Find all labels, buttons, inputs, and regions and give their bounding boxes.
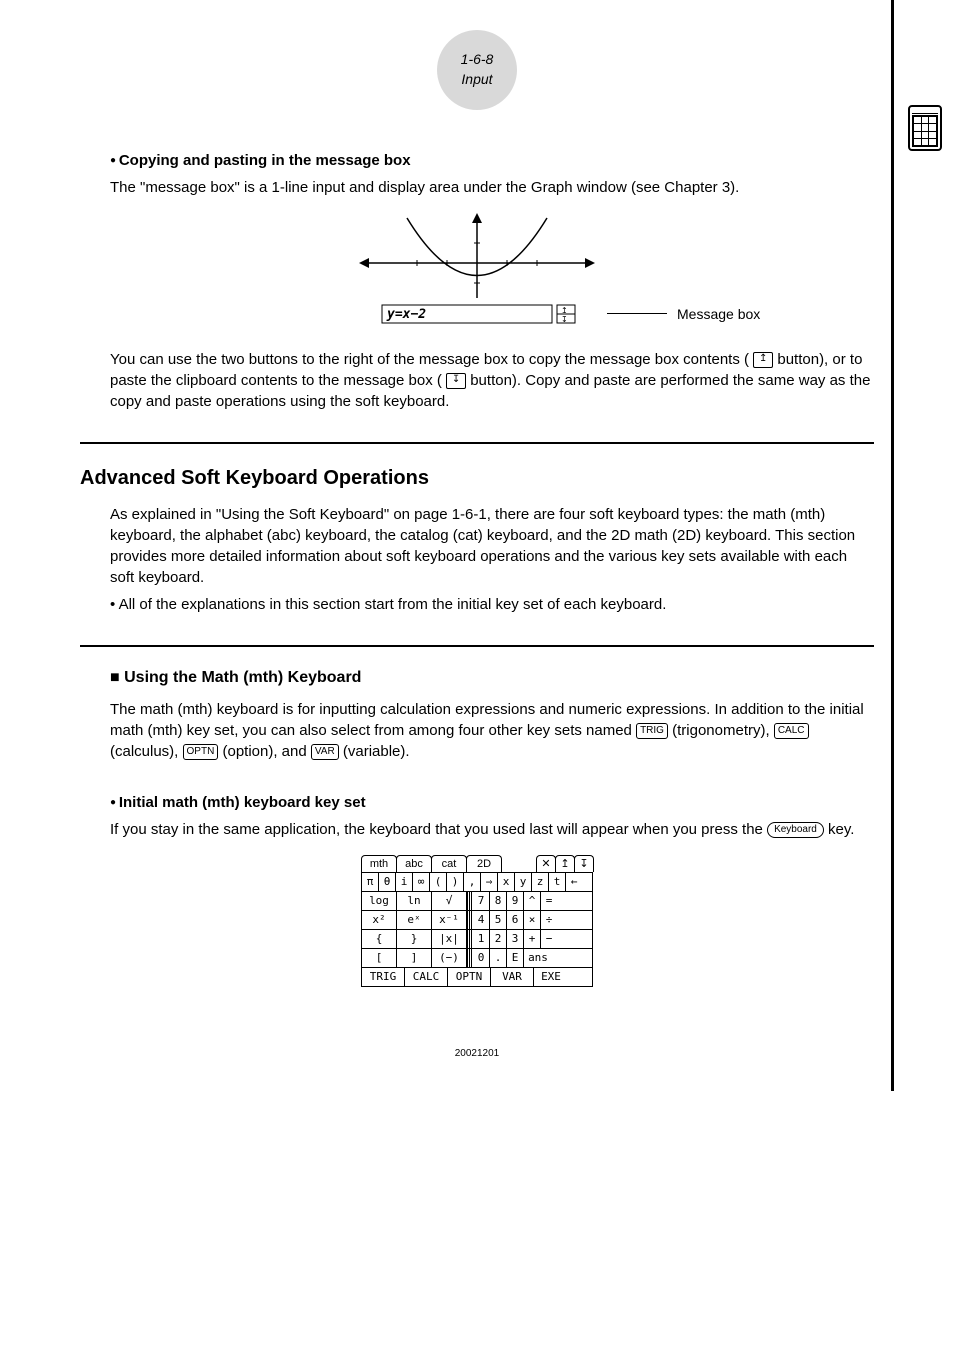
tab-mth[interactable]: mth — [361, 855, 397, 872]
initial-keyset-heading: Initial math (mth) keyboard key set — [110, 792, 874, 813]
kbd-key[interactable]: 0 — [473, 949, 490, 967]
kbd-key[interactable]: EXE — [534, 968, 568, 986]
kbd-key[interactable]: TRIG — [362, 968, 405, 986]
copy-out-icon: ↥ — [753, 352, 773, 368]
tab-2d[interactable]: 2D — [466, 855, 502, 872]
paste-in-icon: ↧ — [446, 373, 466, 389]
kbd-key[interactable]: ( — [430, 873, 447, 891]
calc-key: CALC — [774, 723, 809, 739]
kbd-key[interactable]: log — [362, 892, 397, 910]
tab-cat[interactable]: cat — [431, 855, 467, 872]
kbd-key[interactable]: 2 — [490, 930, 507, 948]
kbd-key[interactable]: , — [464, 873, 481, 891]
kbd-key[interactable]: z — [532, 873, 549, 891]
mth-keyboard-p1: The math (mth) keyboard is for inputting… — [110, 699, 874, 762]
kbd-key[interactable]: ln — [397, 892, 432, 910]
var-key: VAR — [311, 744, 339, 760]
kbd-key[interactable]: [ — [362, 949, 397, 967]
tab-up-icon[interactable]: ↥ — [555, 855, 575, 872]
copy-paste-desc: You can use the two buttons to the right… — [110, 349, 874, 412]
kbd-key[interactable]: x² — [362, 911, 397, 929]
kbd-key[interactable]: CALC — [405, 968, 448, 986]
page-title: Input — [461, 70, 492, 90]
copy-paste-heading: Copying and pasting in the message box — [110, 150, 874, 171]
graph-figure: y=x−2 ↥ ↧ Message box — [80, 213, 874, 339]
svg-text:↧: ↧ — [561, 315, 568, 324]
kbd-key[interactable]: ∞ — [413, 873, 430, 891]
kbd-key[interactable]: y — [515, 873, 532, 891]
kbd-key[interactable]: 6 — [507, 911, 524, 929]
kbd-key[interactable]: 4 — [473, 911, 490, 929]
kbd-key[interactable]: |x| — [432, 930, 467, 948]
trig-key: TRIG — [636, 723, 668, 739]
kbd-key[interactable]: 7 — [473, 892, 490, 910]
kbd-key[interactable]: π — [362, 873, 379, 891]
kbd-key[interactable]: eˣ — [397, 911, 432, 929]
kbd-key[interactable]: { — [362, 930, 397, 948]
kbd-key[interactable]: x — [498, 873, 515, 891]
tab-down-icon[interactable]: ↧ — [574, 855, 594, 872]
kbd-key[interactable]: ans — [524, 949, 552, 967]
kbd-key[interactable]: 9 — [507, 892, 524, 910]
kbd-key[interactable]: 1 — [473, 930, 490, 948]
page-header-circle: 1-6-8 Input — [437, 30, 517, 110]
kbd-key[interactable]: OPTN — [448, 968, 491, 986]
kbd-key[interactable]: 3 — [507, 930, 524, 948]
kbd-key[interactable]: t — [549, 873, 566, 891]
kbd-key[interactable]: √ — [432, 892, 467, 910]
advanced-ops-p1: As explained in "Using the Soft Keyboard… — [110, 504, 874, 588]
message-box-label: Message box — [677, 305, 760, 325]
tab-abc[interactable]: abc — [396, 855, 432, 872]
kbd-key[interactable]: x⁻¹ — [432, 911, 467, 929]
initial-keyset-p: If you stay in the same application, the… — [110, 819, 874, 840]
formula-text: y=x−2 — [386, 307, 426, 322]
kbd-key[interactable]: E — [507, 949, 524, 967]
kbd-key[interactable]: ) — [447, 873, 464, 891]
kbd-key[interactable]: θ — [379, 873, 396, 891]
kbd-key[interactable]: × — [524, 911, 541, 929]
mth-keyboard-heading: Using the Math (mth) Keyboard — [110, 667, 874, 689]
kbd-key[interactable]: ] — [397, 949, 432, 967]
tab-close-icon[interactable]: ✕ — [536, 855, 556, 872]
advanced-ops-heading: Advanced Soft Keyboard Operations — [80, 464, 874, 492]
advanced-ops-p2: • All of the explanations in this sectio… — [110, 594, 874, 615]
kbd-key[interactable]: . — [490, 949, 507, 967]
kbd-key[interactable]: } — [397, 930, 432, 948]
copy-paste-intro: The "message box" is a 1-line input and … — [110, 177, 874, 198]
kbd-key[interactable]: 5 — [490, 911, 507, 929]
svg-text:↥: ↥ — [561, 306, 568, 315]
kbd-key[interactable]: 8 — [490, 892, 507, 910]
kbd-key[interactable]: ÷ — [541, 911, 557, 929]
optn-key: OPTN — [183, 744, 219, 760]
divider — [80, 442, 874, 444]
keyboard-hardkey: Keyboard — [767, 822, 824, 838]
soft-keyboard-figure: mth abc cat 2D ✕ ↥ ↧ πθi∞(),⇒xyzt← logln… — [361, 855, 593, 987]
divider — [80, 645, 874, 647]
kbd-key[interactable]: ⇒ — [481, 873, 498, 891]
kbd-key[interactable]: VAR — [491, 968, 534, 986]
kbd-key[interactable]: + — [524, 930, 541, 948]
kbd-key[interactable]: i — [396, 873, 413, 891]
footer-docdate: 20021201 — [80, 1047, 874, 1061]
kbd-key[interactable]: (−) — [432, 949, 467, 967]
kbd-key[interactable]: ^ — [524, 892, 541, 910]
graph-svg: y=x−2 ↥ ↧ — [347, 213, 607, 333]
kbd-key[interactable]: = — [541, 892, 557, 910]
kbd-key[interactable]: ← — [566, 873, 582, 891]
kbd-key[interactable]: − — [541, 930, 557, 948]
page-ref: 1-6-8 — [461, 50, 494, 70]
